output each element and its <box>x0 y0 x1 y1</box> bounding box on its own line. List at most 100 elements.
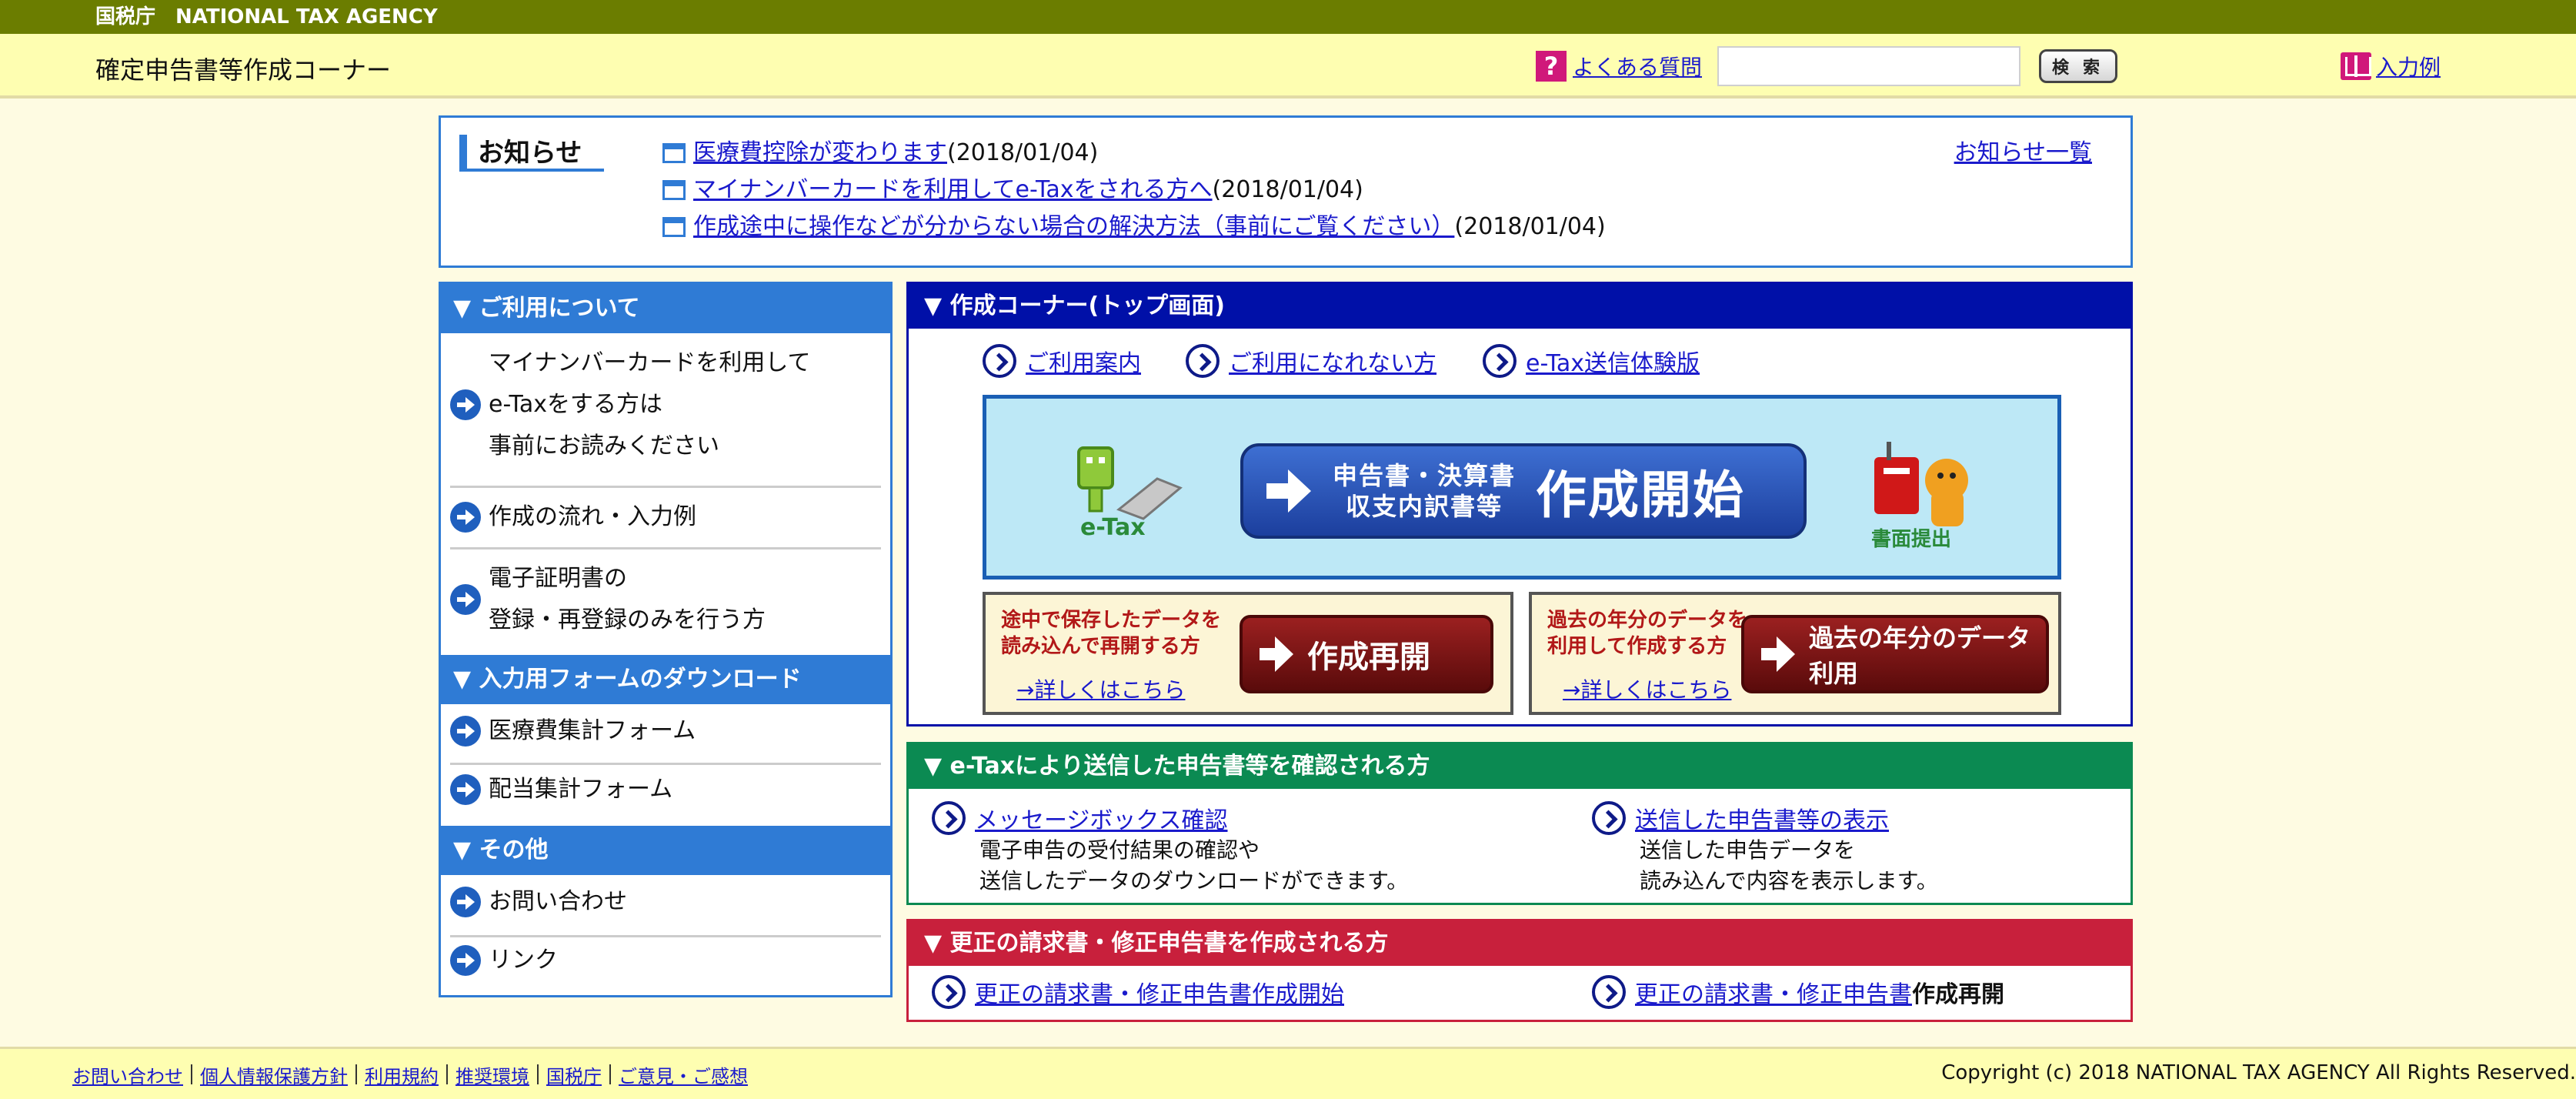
etax-confirm-panel: ▼ e-Taxにより送信した申告書等を確認される方 メッセージボックス確認 電子… <box>906 742 2133 905</box>
past-data-detail-link[interactable]: →詳しくはこちら <box>1563 673 1731 704</box>
window-icon <box>662 217 686 237</box>
notices-all-link[interactable]: お知らせ一覧 <box>1954 135 2092 172</box>
chevron-right-icon <box>983 344 1016 378</box>
start-sub-line2: 収支内訳書等 <box>1345 492 1503 521</box>
example-link-label[interactable]: 入力例 <box>2376 51 2441 82</box>
notice-link[interactable]: マイナンバーカードを利用してe-Taxをされる方へ <box>693 172 1213 209</box>
start-creation-button[interactable]: 申告書・決算書 収支内訳書等 作成開始 <box>1240 443 1807 539</box>
notice-item: 医療費控除が変わります (2018/01/04) <box>662 135 1606 172</box>
search-input[interactable] <box>1717 46 2020 86</box>
sidebar-section-usage: ▼ ご利用について <box>441 284 890 333</box>
divider <box>450 935 881 937</box>
copyright: Copyright (c) 2018 NATIONAL TAX AGENCY A… <box>1941 1061 2576 1084</box>
divider <box>450 763 881 765</box>
sent-documents-desc-line2: 読み込んで内容を表示します。 <box>1640 868 1938 894</box>
notices-title: お知らせ <box>459 135 604 172</box>
arrow-right-icon <box>450 945 481 976</box>
sidebar-item-label: リンク <box>489 947 558 974</box>
etax-trial-link[interactable]: e-Tax送信体験版 <box>1483 344 1700 378</box>
etax-trial-link-label[interactable]: e-Tax送信体験版 <box>1526 344 1700 378</box>
resume-detail-link[interactable]: →詳しくはこちら <box>1016 673 1185 704</box>
agency-bar: 国税庁 NATIONAL TAX AGENCY <box>0 0 2576 34</box>
resume-button[interactable]: 作成再開 <box>1240 615 1493 693</box>
notice-link[interactable]: 医療費控除が変わります <box>693 135 947 172</box>
sent-documents-link[interactable]: 送信した申告書等の表示 <box>1592 801 1889 835</box>
footer-link-privacy[interactable]: 個人情報保護方針 <box>200 1061 348 1088</box>
notice-date: (2018/01/04) <box>947 139 1099 166</box>
sidebar-item-dividend-form[interactable]: 配当集計フォーム <box>450 769 881 810</box>
sidebar-item-flow[interactable]: 作成の流れ・入力例 <box>450 496 881 538</box>
sidebar-item-label: マイナンバーカードを利用して <box>489 349 811 376</box>
footer-link-environment[interactable]: 推奨環境 <box>455 1061 529 1088</box>
chevron-right-icon <box>1592 801 1626 835</box>
footer-separator <box>191 1064 192 1084</box>
footer-link-feedback[interactable]: ご意見・ご感想 <box>619 1061 748 1088</box>
arrow-right-icon <box>1260 636 1295 672</box>
arrow-right-icon <box>450 716 481 747</box>
search-button[interactable]: 検 索 <box>2039 49 2117 83</box>
past-data-note: 過去の年分のデータを 利用して作成する方 <box>1547 607 1747 660</box>
correction-panel: ▼ 更正の請求書・修正申告書を作成される方 更正の請求書・修正申告書作成開始 更… <box>906 919 2133 1022</box>
example-link[interactable]: 入力例 <box>2341 49 2441 83</box>
footer-link-nta[interactable]: 国税庁 <box>546 1061 602 1088</box>
message-box-desc-line1: 電子申告の受付結果の確認や <box>979 837 1260 863</box>
correction-resume-suffix: 作成再開 <box>1912 981 2004 1008</box>
footer-link-contact[interactable]: お問い合わせ <box>72 1061 183 1088</box>
resume-box: 途中で保存したデータを 読み込んで再開する方 →詳しくはこちら 作成再開 <box>983 592 1513 715</box>
faq-link-label[interactable]: よくある質問 <box>1573 51 1702 82</box>
footer-separator <box>609 1064 611 1084</box>
sidebar-item-label: 作成の流れ・入力例 <box>489 503 696 530</box>
start-banner: e-Tax 申告書・決算書 収支内訳書等 作成開始 書面提出 <box>983 395 2061 580</box>
arrow-right-icon <box>450 887 481 917</box>
sidebar-item-mynumber[interactable]: マイナンバーカードを利用して e-Taxをする方は 事前にお読みください <box>450 342 881 467</box>
window-icon <box>662 143 686 163</box>
correction-resume-link-label[interactable]: 更正の請求書・修正申告書 <box>1635 975 1912 1009</box>
sidebar-section-download: ▼ 入力用フォームのダウンロード <box>441 655 890 704</box>
creation-corner-title: ▼ 作成コーナー(トップ画面) <box>909 284 2131 329</box>
agency-name-en: NATIONAL TAX AGENCY <box>175 5 438 28</box>
usage-guide-link-label[interactable]: ご利用案内 <box>1026 344 1141 378</box>
faq-link[interactable]: ? よくある質問 <box>1536 49 1702 83</box>
sidebar-item-contact[interactable]: お問い合わせ <box>450 881 881 923</box>
sidebar-item-certificate[interactable]: 電子証明書の 登録・再登録のみを行う方 <box>450 558 881 641</box>
sidebar-section-other: ▼ その他 <box>441 826 890 875</box>
message-box-link-label[interactable]: メッセージボックス確認 <box>975 801 1228 835</box>
unavailable-users-link[interactable]: ご利用になれない方 <box>1186 344 1436 378</box>
correction-start-link-label[interactable]: 更正の請求書・修正申告書作成開始 <box>975 975 1344 1009</box>
chevron-right-icon <box>1592 975 1626 1009</box>
sidebar: ▼ ご利用について マイナンバーカードを利用して e-Taxをする方は 事前にお… <box>439 282 893 997</box>
start-sub-line1: 申告書・決算書 <box>1332 461 1516 490</box>
sidebar-item-label: e-Taxをする方は <box>489 391 663 418</box>
start-button-subtitle: 申告書・決算書 収支内訳書等 <box>1328 460 1520 522</box>
notice-link[interactable]: 作成途中に操作などが分からない場合の解決方法（事前にご覧ください） <box>693 209 1454 246</box>
past-note-line1: 過去の年分のデータを <box>1547 609 1748 632</box>
paper-submission-icon <box>1874 442 1968 526</box>
divider <box>450 547 881 550</box>
sent-documents-link-label[interactable]: 送信した申告書等の表示 <box>1635 801 1889 835</box>
arrow-right-icon <box>450 584 481 615</box>
etax-label: e-Tax <box>1080 514 1146 541</box>
window-icon <box>662 180 686 200</box>
message-box-link[interactable]: メッセージボックス確認 <box>932 801 1228 835</box>
footer-link-terms[interactable]: 利用規約 <box>365 1061 439 1088</box>
resume-note-line1: 途中で保存したデータを <box>1001 609 1222 632</box>
correction-resume-link[interactable]: 更正の請求書・修正申告書 作成再開 <box>1592 975 2004 1009</box>
footer: お問い合わせ 個人情報保護方針 利用規約 推奨環境 国税庁 ご意見・ご感想 Co… <box>0 1047 2576 1099</box>
notice-item: マイナンバーカードを利用してe-Taxをされる方へ (2018/01/04) <box>662 172 1606 209</box>
chevron-right-icon <box>932 801 966 835</box>
usage-guide-link[interactable]: ご利用案内 <box>983 344 1141 378</box>
chevron-right-icon <box>932 975 966 1009</box>
notices-box: お知らせ 医療費控除が変わります (2018/01/04) マイナンバーカードを利… <box>439 115 2133 268</box>
sidebar-item-medical-form[interactable]: 医療費集計フォーム <box>450 710 881 752</box>
agency-name-ja: 国税庁 <box>95 5 156 28</box>
sidebar-item-links[interactable]: リンク <box>450 940 881 981</box>
sidebar-item-label: 事前にお読みください <box>489 433 719 459</box>
creation-corner-panel: ▼ 作成コーナー(トップ画面) ご利用案内 ご利用になれない方 e-Tax送信体… <box>906 282 2133 727</box>
past-data-button[interactable]: 過去の年分のデータ利用 <box>1741 615 2049 693</box>
sent-documents-description: 送信した申告データを 読み込んで内容を表示します。 <box>1640 835 1938 897</box>
unavailable-users-link-label[interactable]: ご利用になれない方 <box>1229 344 1436 378</box>
message-box-description: 電子申告の受付結果の確認や 送信したデータのダウンロードができます。 <box>979 835 1408 897</box>
correction-start-link[interactable]: 更正の請求書・修正申告書作成開始 <box>932 975 1344 1009</box>
chevron-right-icon <box>1186 344 1220 378</box>
arrow-right-icon <box>450 774 481 805</box>
